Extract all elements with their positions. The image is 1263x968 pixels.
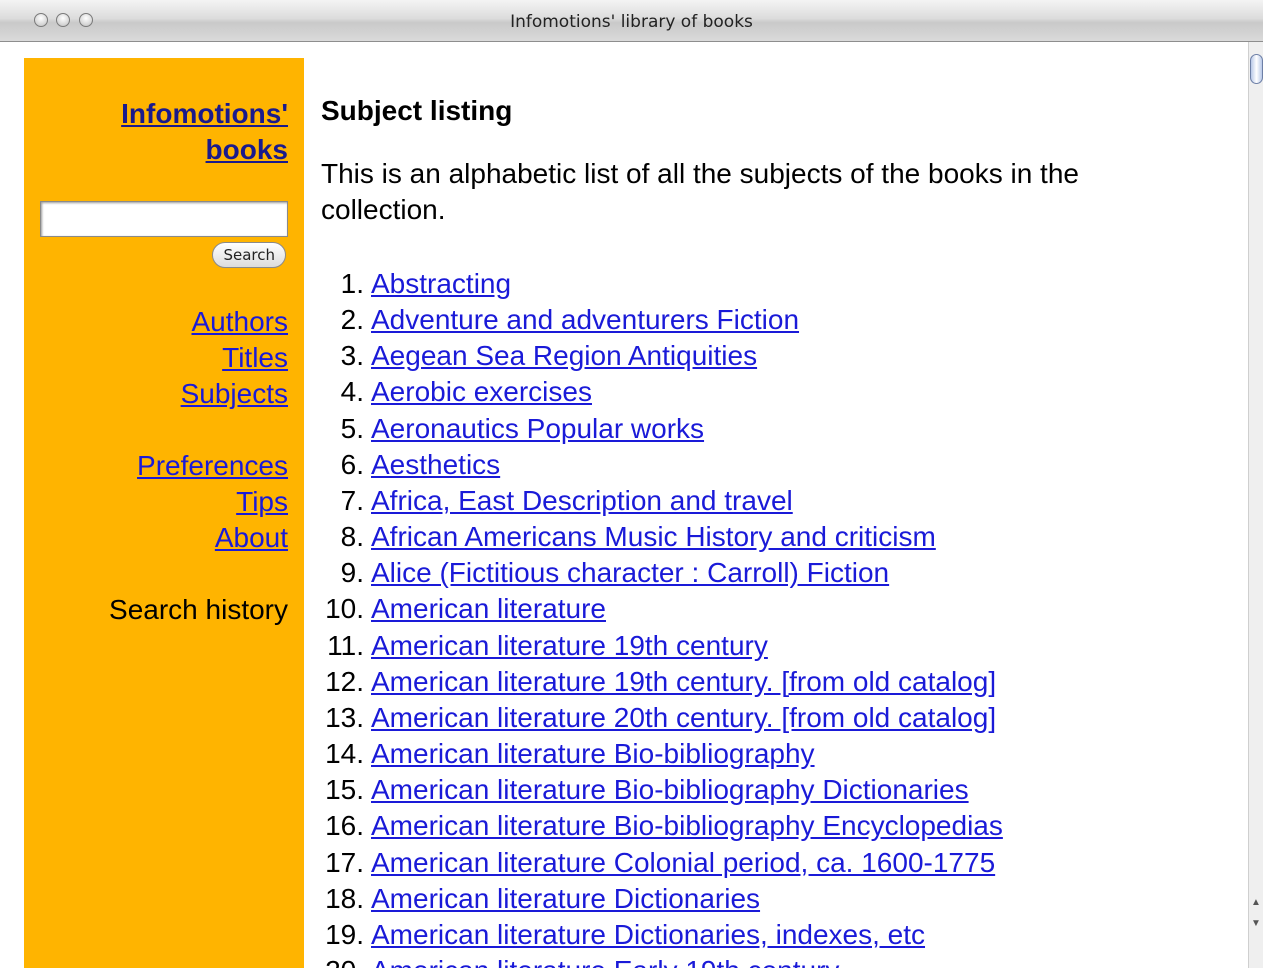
search-button[interactable]: Search bbox=[212, 242, 286, 268]
subject-link[interactable]: American literature Colonial period, ca.… bbox=[371, 845, 995, 881]
subject-link[interactable]: Aegean Sea Region Antiquities bbox=[371, 338, 757, 374]
window-title: Infomotions' library of books bbox=[510, 12, 753, 32]
subject-item: 10. American literature bbox=[321, 591, 1003, 627]
brand-link[interactable]: Infomotions' books bbox=[121, 96, 288, 168]
subject-number: 4. bbox=[340, 376, 364, 408]
subject-link[interactable]: American literature 20th century. [from … bbox=[371, 700, 996, 736]
main-content: Subject listing This is an alphabetic li… bbox=[321, 92, 1221, 968]
nav-link-titles[interactable]: Titles bbox=[222, 342, 288, 373]
subject-number: 7. bbox=[340, 484, 364, 516]
subject-link[interactable]: American literature Bio-bibliography Enc… bbox=[371, 808, 1003, 844]
subject-item: 9. Alice (Fictitious character : Carroll)… bbox=[321, 555, 1003, 591]
subject-link[interactable]: Africa, East Description and travel bbox=[371, 483, 793, 519]
subject-number: 9. bbox=[340, 557, 364, 589]
subject-link[interactable]: Aerobic exercises bbox=[371, 374, 592, 410]
subject-number: 5. bbox=[340, 412, 364, 444]
subject-item: 2. Adventure and adventurers Fiction bbox=[321, 302, 1003, 338]
subject-number: 15. bbox=[325, 774, 364, 806]
subject-number: 11. bbox=[327, 629, 364, 661]
subject-link[interactable]: American literature Early 19th century bbox=[371, 953, 839, 968]
subject-number: 20. bbox=[321, 953, 371, 968]
subject-item: 7. Africa, East Description and travel bbox=[321, 483, 1003, 519]
subject-link[interactable]: American literature 19th century bbox=[371, 628, 768, 664]
subject-link[interactable]: African Americans Music History and crit… bbox=[371, 519, 936, 555]
subject-link[interactable]: American literature Bio-bibliography bbox=[371, 736, 815, 772]
subject-number: 10. bbox=[325, 593, 364, 625]
subject-number: 6. bbox=[340, 448, 364, 480]
subject-number: 14. bbox=[325, 738, 364, 770]
subject-item: 4. Aerobic exercises bbox=[321, 374, 1003, 410]
brand-line1: Infomotions' bbox=[121, 98, 288, 129]
subject-item: 17. American literature Colonial period, … bbox=[321, 845, 1003, 881]
subject-number: 2. bbox=[340, 304, 364, 336]
subject-number: 3. bbox=[340, 340, 364, 372]
subject-item: 11. American literature 19th century bbox=[321, 628, 1003, 664]
subject-link[interactable]: American literature 19th century. [from … bbox=[371, 664, 996, 700]
subject-number: 18. bbox=[325, 882, 364, 914]
page-title: Subject listing bbox=[321, 95, 513, 126]
subject-item: 18. American literature Dictionaries bbox=[321, 881, 1003, 917]
subject-link[interactable]: American literature Dictionaries, indexe… bbox=[371, 917, 925, 953]
subject-link[interactable]: Aeronautics Popular works bbox=[371, 411, 704, 447]
subject-number: 17. bbox=[325, 846, 364, 878]
subject-item: 3. Aegean Sea Region Antiquities bbox=[321, 338, 1003, 374]
nav-link-preferences[interactable]: Preferences bbox=[137, 450, 288, 481]
subject-item: 16. American literature Bio-bibliography … bbox=[321, 808, 1003, 844]
subject-number: 8. bbox=[340, 521, 364, 553]
subject-item: 8. African Americans Music History and cr… bbox=[321, 519, 1003, 555]
subject-list: 1. Abstracting 2. Adventure and adventurers… bbox=[321, 266, 1003, 968]
scroll-down-arrow-icon[interactable]: ▼ bbox=[1251, 918, 1261, 930]
subject-number: 1. bbox=[340, 268, 364, 299]
subject-item: 14. American literature Bio-bibliography bbox=[321, 736, 1003, 772]
subject-item: 5. Aeronautics Popular works bbox=[321, 411, 1003, 447]
nav-link-subjects[interactable]: Subjects bbox=[181, 378, 288, 409]
vertical-scrollbar[interactable]: ▲ ▼ bbox=[1248, 42, 1263, 968]
nav-link-authors[interactable]: Authors bbox=[192, 306, 289, 337]
subject-link[interactable]: American literature Dictionaries bbox=[371, 881, 760, 917]
subject-number: 16. bbox=[325, 810, 364, 842]
nav-info: Preferences Tips About bbox=[137, 448, 288, 556]
nav-link-tips[interactable]: Tips bbox=[236, 486, 288, 517]
scrollbar-thumb[interactable] bbox=[1250, 54, 1263, 84]
intro-text: This is an alphabetic list of all the su… bbox=[321, 158, 1079, 225]
subject-item: 12. American literature 19th century. [fr… bbox=[321, 664, 1003, 700]
subject-item: 19. American literature Dictionaries, ind… bbox=[321, 917, 1003, 953]
subject-link[interactable]: American literature Bio-bibliography Dic… bbox=[371, 772, 969, 808]
nav-browse: Authors Titles Subjects bbox=[181, 304, 288, 412]
subject-item: 13. American literature 20th century. [fr… bbox=[321, 700, 1003, 736]
subject-item: 15. American literature Bio-bibliography … bbox=[321, 772, 1003, 808]
subject-link[interactable]: Aesthetics bbox=[371, 447, 500, 483]
brand-line2: books bbox=[205, 134, 288, 165]
nav-link-about[interactable]: About bbox=[215, 522, 288, 553]
subject-item: 1. Abstracting bbox=[321, 266, 1003, 302]
subject-number: 12. bbox=[325, 665, 364, 697]
subject-link[interactable]: Abstracting bbox=[371, 266, 511, 302]
subject-item: 20.American literature Early 19th centur… bbox=[321, 953, 1003, 968]
subject-link[interactable]: American literature bbox=[371, 591, 606, 627]
subject-link[interactable]: Adventure and adventurers Fiction bbox=[371, 302, 799, 338]
search-history-label: Search history bbox=[109, 594, 288, 625]
subject-number: 19. bbox=[325, 918, 364, 950]
window-titlebar: Infomotions' library of books bbox=[0, 0, 1263, 42]
subject-item: 6. Aesthetics bbox=[321, 447, 1003, 483]
search-input[interactable] bbox=[40, 201, 288, 237]
subject-link[interactable]: Alice (Fictitious character : Carroll) F… bbox=[371, 555, 889, 591]
subject-number: 13. bbox=[325, 701, 364, 733]
scroll-up-arrow-icon[interactable]: ▲ bbox=[1251, 897, 1261, 909]
sidebar: Infomotions' books Search Authors Titles… bbox=[24, 58, 304, 968]
